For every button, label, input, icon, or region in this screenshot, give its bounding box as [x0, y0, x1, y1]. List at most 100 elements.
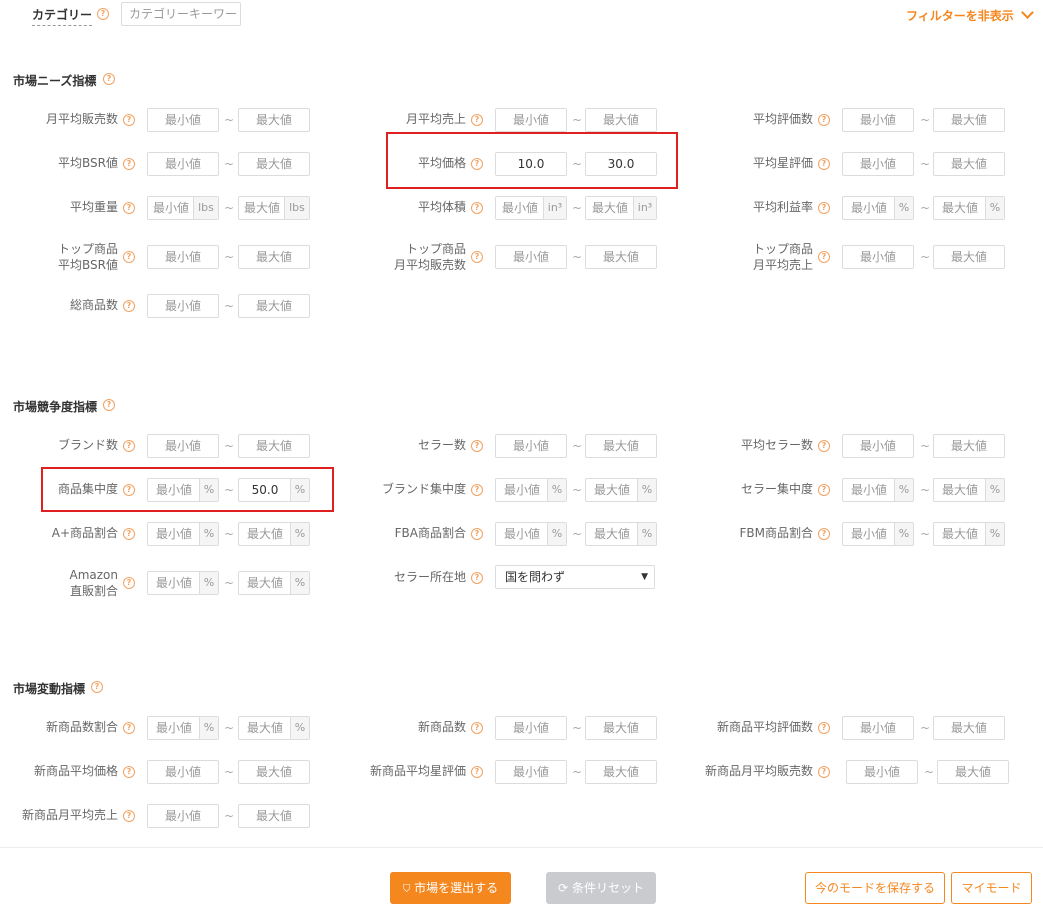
new-avg-review-count-max-input[interactable]: 最大値 — [933, 716, 1005, 740]
help-icon[interactable]: ? — [123, 484, 135, 496]
help-icon[interactable]: ? — [123, 114, 135, 126]
seller-count-max-input[interactable]: 最大値 — [585, 434, 657, 458]
total-products-min-input[interactable]: 最小値 — [147, 294, 219, 318]
seller-concentration-max-input[interactable]: 最大値% — [933, 478, 1005, 502]
product-concentration-min-input[interactable]: 最小値% — [147, 478, 219, 502]
help-icon[interactable]: ? — [123, 202, 135, 214]
help-icon[interactable]: ? — [471, 202, 483, 214]
avg-review-count-min-input[interactable]: 最小値 — [842, 108, 914, 132]
new-monthly-sales-qty-max-input[interactable]: 最大値 — [937, 760, 1009, 784]
top-monthly-sales-qty-max-input[interactable]: 最大値 — [585, 245, 657, 269]
help-icon[interactable]: ? — [818, 202, 830, 214]
help-icon[interactable]: ? — [818, 158, 830, 170]
new-monthly-sales-qty-min-input[interactable]: 最小値 — [846, 760, 918, 784]
save-mode-button[interactable]: 今のモードを保存する — [805, 872, 945, 904]
brand-count-max-input[interactable]: 最大値 — [238, 434, 310, 458]
aplus-ratio-min-input[interactable]: 最小値% — [147, 522, 219, 546]
help-icon[interactable]: ? — [471, 484, 483, 496]
help-icon[interactable]: ? — [123, 300, 135, 312]
avg-price-max-input[interactable]: 30.0 — [585, 152, 657, 176]
avg-profit-margin-max-input[interactable]: 最大値% — [933, 196, 1005, 220]
help-icon[interactable]: ? — [471, 722, 483, 734]
help-icon[interactable]: ? — [123, 158, 135, 170]
fba-ratio-min-input[interactable]: 最小値% — [495, 522, 567, 546]
new-product-ratio-max-input[interactable]: 最大値% — [238, 716, 310, 740]
help-icon[interactable]: ? — [818, 528, 830, 540]
toggle-filter-button[interactable]: フィルターを非表示 — [906, 6, 1034, 24]
avg-volume-max-input[interactable]: 最大値 in³ — [585, 196, 657, 220]
fba-ratio-max-input[interactable]: 最大値% — [585, 522, 657, 546]
help-icon[interactable]: ? — [123, 766, 135, 778]
monthly-avg-revenue-max-input[interactable]: 最大値 — [585, 108, 657, 132]
avg-weight-min-input[interactable]: 最小値 lbs — [147, 196, 219, 220]
help-icon[interactable]: ? — [103, 73, 115, 85]
total-products-max-input[interactable]: 最大値 — [238, 294, 310, 318]
help-icon[interactable]: ? — [471, 766, 483, 778]
avg-profit-margin-min-input[interactable]: 最小値% — [842, 196, 914, 220]
seller-concentration-min-input[interactable]: 最小値% — [842, 478, 914, 502]
help-icon[interactable]: ? — [818, 484, 830, 496]
help-icon[interactable]: ? — [97, 8, 109, 20]
avg-bsr-min-input[interactable]: 最小値 — [147, 152, 219, 176]
help-icon[interactable]: ? — [818, 251, 830, 263]
fbm-ratio-min-input[interactable]: 最小値% — [842, 522, 914, 546]
new-product-count-max-input[interactable]: 最大値 — [585, 716, 657, 740]
avg-weight-max-input[interactable]: 最大値 lbs — [238, 196, 310, 220]
top-monthly-revenue-max-input[interactable]: 最大値 — [933, 245, 1005, 269]
help-icon[interactable]: ? — [471, 114, 483, 126]
help-icon[interactable]: ? — [123, 810, 135, 822]
help-icon[interactable]: ? — [123, 577, 135, 589]
help-icon[interactable]: ? — [91, 681, 103, 693]
new-monthly-revenue-min-input[interactable]: 最小値 — [147, 804, 219, 828]
new-avg-star-rating-max-input[interactable]: 最大値 — [585, 760, 657, 784]
help-icon[interactable]: ? — [123, 528, 135, 540]
help-icon[interactable]: ? — [818, 440, 830, 452]
top-monthly-sales-qty-min-input[interactable]: 最小値 — [495, 245, 567, 269]
avg-seller-count-min-input[interactable]: 最小値 — [842, 434, 914, 458]
help-icon[interactable]: ? — [103, 399, 115, 411]
help-icon[interactable]: ? — [471, 572, 483, 584]
monthly-avg-sales-qty-max-input[interactable]: 最大値 — [238, 108, 310, 132]
new-avg-price-min-input[interactable]: 最小値 — [147, 760, 219, 784]
help-icon[interactable]: ? — [471, 251, 483, 263]
aplus-ratio-max-input[interactable]: 最大値% — [238, 522, 310, 546]
seller-location-select[interactable]: 国を問わず ▼ — [495, 565, 655, 589]
avg-volume-min-input[interactable]: 最小値 in³ — [495, 196, 567, 220]
brand-count-min-input[interactable]: 最小値 — [147, 434, 219, 458]
new-monthly-revenue-max-input[interactable]: 最大値 — [238, 804, 310, 828]
monthly-avg-revenue-min-input[interactable]: 最小値 — [495, 108, 567, 132]
new-avg-star-rating-min-input[interactable]: 最小値 — [495, 760, 567, 784]
avg-seller-count-max-input[interactable]: 最大値 — [933, 434, 1005, 458]
help-icon[interactable]: ? — [818, 722, 830, 734]
help-icon[interactable]: ? — [471, 528, 483, 540]
top-avg-bsr-max-input[interactable]: 最大値 — [238, 245, 310, 269]
help-icon[interactable]: ? — [123, 722, 135, 734]
category-keyword-input[interactable]: カテゴリーキーワー — [121, 2, 241, 26]
avg-bsr-max-input[interactable]: 最大値 — [238, 152, 310, 176]
seller-count-min-input[interactable]: 最小値 — [495, 434, 567, 458]
help-icon[interactable]: ? — [123, 440, 135, 452]
select-market-button[interactable]: ⛉ 市場を選出する — [390, 872, 511, 904]
my-mode-button[interactable]: マイモード — [951, 872, 1032, 904]
help-icon[interactable]: ? — [818, 114, 830, 126]
avg-star-rating-max-input[interactable]: 最大値 — [933, 152, 1005, 176]
top-avg-bsr-min-input[interactable]: 最小値 — [147, 245, 219, 269]
avg-price-min-input[interactable]: 10.0 — [495, 152, 567, 176]
product-concentration-max-input[interactable]: 50.0% — [238, 478, 310, 502]
fbm-ratio-max-input[interactable]: 最大値% — [933, 522, 1005, 546]
monthly-avg-sales-qty-min-input[interactable]: 最小値 — [147, 108, 219, 132]
top-monthly-revenue-min-input[interactable]: 最小値 — [842, 245, 914, 269]
reset-button[interactable]: ⟳ 条件リセット — [546, 872, 656, 904]
brand-concentration-min-input[interactable]: 最小値% — [495, 478, 567, 502]
avg-review-count-max-input[interactable]: 最大値 — [933, 108, 1005, 132]
help-icon[interactable]: ? — [471, 158, 483, 170]
brand-concentration-max-input[interactable]: 最大値% — [585, 478, 657, 502]
new-product-count-min-input[interactable]: 最小値 — [495, 716, 567, 740]
amazon-direct-ratio-max-input[interactable]: 最大値% — [238, 571, 310, 595]
help-icon[interactable]: ? — [818, 766, 830, 778]
amazon-direct-ratio-min-input[interactable]: 最小値% — [147, 571, 219, 595]
new-avg-review-count-min-input[interactable]: 最小値 — [842, 716, 914, 740]
avg-star-rating-min-input[interactable]: 最小値 — [842, 152, 914, 176]
help-icon[interactable]: ? — [471, 440, 483, 452]
help-icon[interactable]: ? — [123, 251, 135, 263]
